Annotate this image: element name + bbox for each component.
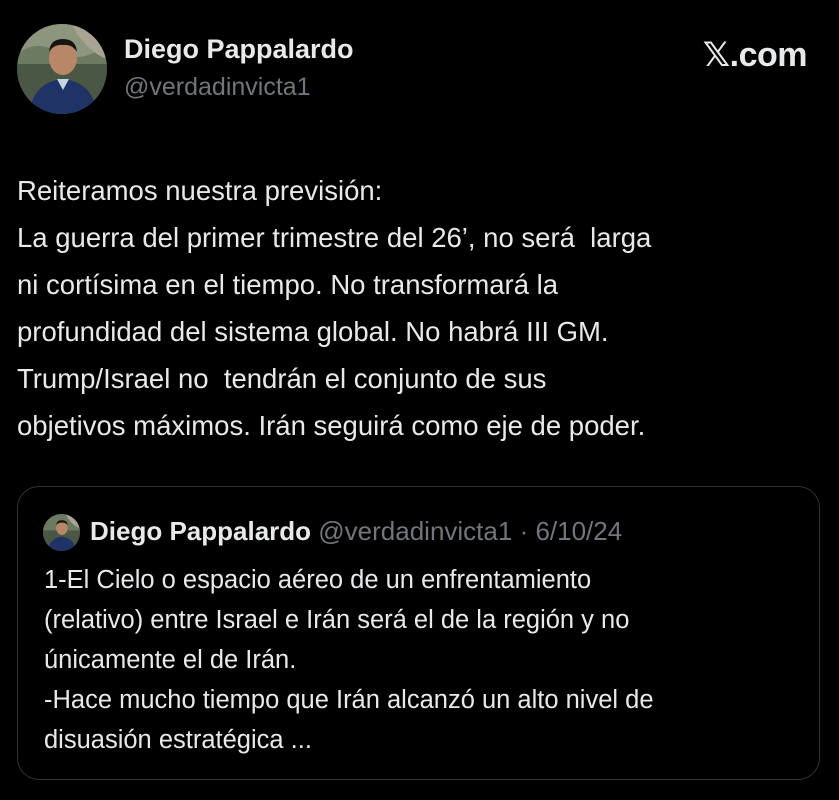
author-handle[interactable]: @verdadinvicta1 [124,73,311,102]
tweet-line: La guerra del primer trimestre del 26’, … [17,222,652,253]
tweet-line: objetivos máximos. Irán seguirá como eje… [17,410,646,441]
x-com-logo: 𝕏.com [702,36,808,74]
tweet-line: profundidad del sistema global. No habrá… [17,316,609,347]
quoted-author-avatar[interactable] [43,514,80,551]
quoted-tweet-line: disuasión estratégica ... [44,726,312,754]
quoted-tweet-text: 1-El Cielo o espacio aéreo de un enfrent… [44,560,804,760]
author-photo [17,24,107,114]
quoted-tweet-line: (relativo) entre Israel e Irán será el d… [44,606,630,634]
quoted-author-handle[interactable]: @verdadinvicta1 [318,516,512,546]
quoted-tweet-card[interactable]: Diego Pappalardo @verdadinvicta1 · 6/10/… [17,486,820,780]
author-avatar[interactable] [17,24,107,114]
tweet-line: Trump/Israel no tendrán el conjunto de s… [17,363,547,394]
tweet-line: Reiteramos nuestra previsión: [17,175,383,206]
tweet-text: Reiteramos nuestra previsión: La guerra … [17,167,822,449]
separator-dot: · [512,516,536,546]
tweet-line: ni cortísima en el tiempo. No transforma… [17,269,559,300]
quoted-author-photo [43,514,80,551]
quoted-tweet-line: -Hace mucho tiempo que Irán alcanzó un a… [44,686,654,714]
author-name[interactable]: Diego Pappalardo [124,34,354,65]
quoted-tweet-line: 1-El Cielo o espacio aéreo de un enfrent… [44,566,592,594]
quoted-tweet-date[interactable]: 6/10/24 [535,516,622,546]
quoted-author-name[interactable]: Diego Pappalardo [90,516,311,546]
quoted-tweet-line: únicamente el de Irán. [44,646,297,674]
quoted-tweet-header: Diego Pappalardo @verdadinvicta1 · 6/10/… [90,516,622,547]
